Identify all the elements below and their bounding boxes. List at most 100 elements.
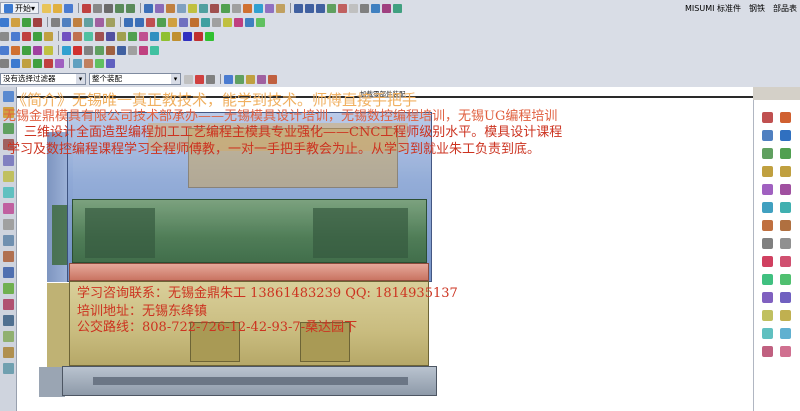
thicken-icon[interactable] bbox=[762, 274, 773, 285]
circle-icon[interactable] bbox=[33, 31, 42, 41]
snap-mid-icon[interactable] bbox=[33, 58, 42, 68]
snap-toggle-icon[interactable] bbox=[195, 74, 204, 84]
intersect-icon[interactable] bbox=[95, 31, 104, 41]
assembly-icon[interactable] bbox=[0, 17, 9, 27]
pad-icon[interactable] bbox=[210, 3, 220, 13]
draft-icon[interactable] bbox=[276, 3, 286, 13]
report-icon[interactable] bbox=[3, 347, 14, 358]
reuse-library-icon[interactable] bbox=[3, 139, 14, 150]
mirror-icon[interactable] bbox=[194, 31, 203, 41]
view-right-icon[interactable] bbox=[316, 3, 326, 13]
chamfer-icon[interactable] bbox=[254, 3, 264, 13]
sketch-icon[interactable] bbox=[144, 3, 154, 13]
measure-icon[interactable] bbox=[51, 17, 60, 27]
select-icon[interactable] bbox=[0, 58, 9, 68]
pick-point-icon[interactable] bbox=[224, 74, 233, 84]
drill-icon[interactable] bbox=[139, 45, 148, 55]
subtract-icon[interactable] bbox=[172, 31, 181, 41]
paste-icon[interactable] bbox=[104, 3, 114, 13]
boss-icon[interactable] bbox=[188, 3, 198, 13]
mold-a-plate[interactable] bbox=[72, 199, 427, 263]
edge-blend-icon[interactable] bbox=[243, 3, 253, 13]
pocket-icon[interactable] bbox=[199, 3, 209, 13]
point-icon[interactable] bbox=[0, 31, 9, 41]
tool-icon[interactable] bbox=[11, 45, 20, 55]
line-icon[interactable] bbox=[11, 31, 20, 41]
rectangle-tool-icon[interactable] bbox=[780, 166, 791, 177]
offset-surface-icon[interactable] bbox=[762, 292, 773, 303]
arc-icon[interactable] bbox=[22, 31, 31, 41]
join-icon[interactable] bbox=[106, 31, 115, 41]
trim-icon[interactable] bbox=[62, 31, 71, 41]
bom-icon[interactable] bbox=[223, 17, 232, 27]
shell-icon[interactable] bbox=[265, 3, 275, 13]
snap-center-icon[interactable] bbox=[44, 58, 53, 68]
surface-icon[interactable] bbox=[128, 31, 137, 41]
color-icon[interactable] bbox=[84, 17, 93, 27]
history-icon[interactable] bbox=[3, 155, 14, 166]
help-icon[interactable] bbox=[3, 267, 14, 278]
visual-icon[interactable] bbox=[3, 331, 14, 342]
fit-icon[interactable] bbox=[371, 3, 381, 13]
sew-icon[interactable] bbox=[139, 31, 148, 41]
geometry-icon[interactable] bbox=[22, 45, 31, 55]
part-navigator-icon[interactable] bbox=[3, 123, 14, 134]
graphics-viewport[interactable] bbox=[17, 87, 753, 411]
shop-doc-icon[interactable] bbox=[95, 45, 104, 55]
line-tool-icon[interactable] bbox=[780, 112, 791, 123]
layer-icon[interactable] bbox=[73, 17, 82, 27]
spline-tool-icon[interactable] bbox=[780, 220, 791, 231]
analysis-icon[interactable] bbox=[95, 58, 104, 68]
through-curves-icon[interactable] bbox=[762, 202, 773, 213]
face-mill-icon[interactable] bbox=[150, 45, 159, 55]
assembly-navigator-icon[interactable] bbox=[3, 91, 14, 102]
move-component-icon[interactable] bbox=[33, 17, 42, 27]
new-file-icon[interactable] bbox=[42, 3, 52, 13]
mold-stripper-plate[interactable] bbox=[69, 263, 429, 281]
law-extension-icon[interactable] bbox=[762, 310, 773, 321]
project-icon[interactable] bbox=[84, 31, 93, 41]
extrude-icon[interactable] bbox=[155, 3, 165, 13]
rotate-icon[interactable] bbox=[360, 3, 370, 13]
view-iso-icon[interactable] bbox=[327, 3, 337, 13]
spline-icon[interactable] bbox=[44, 31, 53, 41]
zoom-icon[interactable] bbox=[338, 3, 348, 13]
tools-icon[interactable] bbox=[3, 299, 14, 310]
zlevel-icon[interactable] bbox=[117, 45, 126, 55]
component-icon[interactable] bbox=[11, 17, 20, 27]
cooling-icon[interactable] bbox=[168, 17, 177, 27]
project-curve-icon[interactable] bbox=[780, 292, 791, 303]
helix-tool-icon[interactable] bbox=[780, 238, 791, 249]
pick-body-icon[interactable] bbox=[257, 74, 266, 84]
split-body-icon[interactable] bbox=[161, 31, 170, 41]
pocket-cut-icon[interactable] bbox=[212, 17, 221, 27]
offset-icon[interactable] bbox=[73, 31, 82, 41]
layers-icon[interactable] bbox=[3, 315, 14, 326]
datum-plane-icon[interactable] bbox=[232, 3, 242, 13]
sweep-icon[interactable] bbox=[762, 184, 773, 195]
menu-steel[interactable]: 钢铁 bbox=[748, 3, 766, 14]
pick-edge-icon[interactable] bbox=[235, 74, 244, 84]
wcs-icon[interactable] bbox=[73, 58, 82, 68]
ruled-icon[interactable] bbox=[762, 166, 773, 177]
system-materials-icon[interactable] bbox=[3, 187, 14, 198]
settings-icon[interactable] bbox=[3, 283, 14, 294]
revolve-icon[interactable] bbox=[166, 3, 176, 13]
trim-sheet-icon[interactable] bbox=[762, 256, 773, 267]
extend-sheet-icon[interactable] bbox=[762, 238, 773, 249]
copy-icon[interactable] bbox=[93, 3, 103, 13]
pattern-icon[interactable] bbox=[205, 31, 214, 41]
preferences-icon[interactable] bbox=[106, 58, 115, 68]
process-studio-icon[interactable] bbox=[3, 203, 14, 214]
hide-icon[interactable] bbox=[95, 17, 104, 27]
shaded-icon[interactable] bbox=[382, 3, 392, 13]
gate-icon[interactable] bbox=[190, 17, 199, 27]
styled-blend-icon[interactable] bbox=[762, 346, 773, 357]
fillet-surface-icon[interactable] bbox=[762, 328, 773, 339]
pick-component-icon[interactable] bbox=[268, 74, 277, 84]
extract-curve-icon[interactable] bbox=[780, 346, 791, 357]
hole-icon[interactable] bbox=[177, 3, 187, 13]
mold-b-plate[interactable] bbox=[69, 281, 429, 366]
cam-setup-icon[interactable] bbox=[0, 45, 9, 55]
circle-tool-icon[interactable] bbox=[780, 148, 791, 159]
